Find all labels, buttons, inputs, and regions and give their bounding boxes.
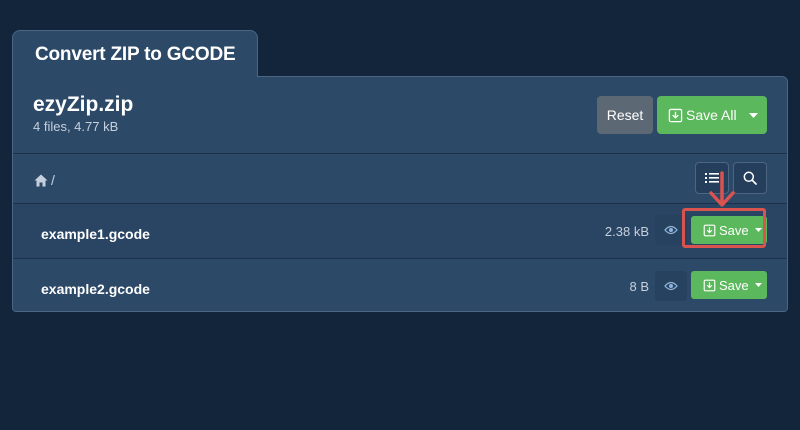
file-toolbar: / <box>13 153 787 204</box>
archive-panel: ezyZip.zip 4 files, 4.77 kB Reset Save A… <box>12 76 788 312</box>
file-size: 8 B <box>629 279 649 294</box>
arrow-down-icon <box>709 171 735 207</box>
breadcrumb-path: / <box>51 172 55 188</box>
save-all-label: Save All <box>686 107 737 123</box>
caret-down-icon <box>754 283 762 287</box>
file-row: example2.gcode 8 B Save <box>13 259 787 311</box>
save-button-label: Save <box>719 277 749 293</box>
file-name: example2.gcode <box>41 281 150 297</box>
file-row: example1.gcode 2.38 kB Save <box>13 204 787 259</box>
file-name: example1.gcode <box>41 226 150 242</box>
eye-icon <box>664 225 678 235</box>
archive-name: ezyZip.zip <box>33 93 134 116</box>
preview-button[interactable] <box>655 271 687 301</box>
download-icon <box>668 108 683 122</box>
eye-icon <box>664 281 678 291</box>
save-all-main[interactable]: Save All <box>657 96 740 134</box>
home-icon[interactable] <box>34 174 48 187</box>
archive-header: ezyZip.zip 4 files, 4.77 kB Reset Save A… <box>13 77 787 154</box>
search-button[interactable] <box>733 162 767 194</box>
download-icon <box>703 279 716 291</box>
reset-button-label: Reset <box>606 107 644 123</box>
save-all-dropdown-toggle[interactable] <box>740 96 767 134</box>
highlight-box <box>682 208 766 248</box>
save-dropdown-toggle[interactable] <box>749 271 767 299</box>
tab-connector <box>13 75 257 78</box>
caret-down-icon <box>749 112 758 118</box>
search-icon <box>743 171 757 185</box>
save-all-button[interactable]: Save All <box>657 96 767 134</box>
tab-title: Convert ZIP to GCODE <box>35 44 236 65</box>
tab-convert-zip-to-gcode[interactable]: Convert ZIP to GCODE <box>12 30 258 77</box>
breadcrumb: / <box>34 172 55 188</box>
archive-info: 4 files, 4.77 kB <box>33 119 119 134</box>
reset-button[interactable]: Reset <box>597 96 653 134</box>
save-button-main[interactable]: Save <box>691 271 749 299</box>
save-button[interactable]: Save <box>691 271 767 299</box>
file-size: 2.38 kB <box>604 224 649 239</box>
